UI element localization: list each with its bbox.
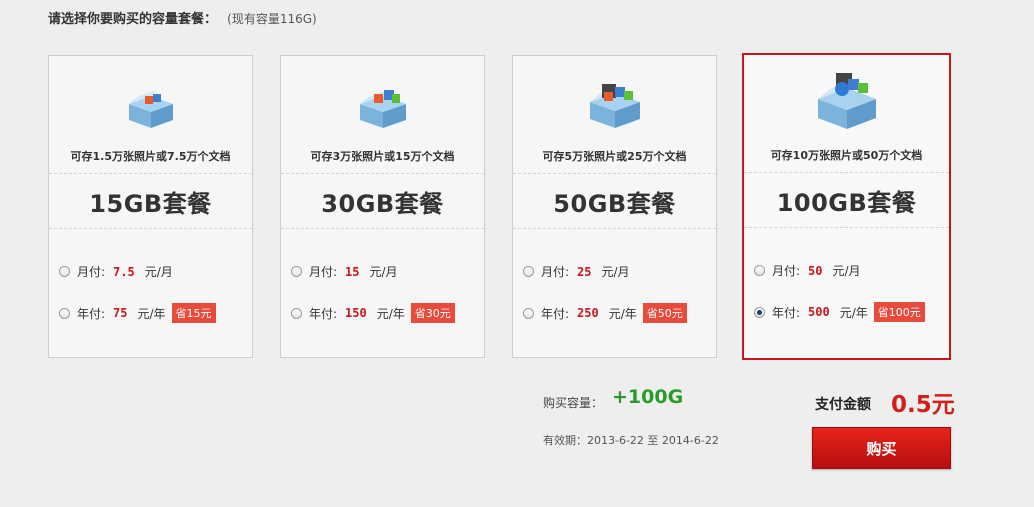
yearly-option[interactable]: 年付: 500 元/年 省100元 (754, 302, 925, 322)
plan-description: 可存10万张照片或50万个文档 (770, 149, 923, 162)
plan-name: 50GB套餐 (553, 190, 676, 218)
yearly-option[interactable]: 年付: 250 元/年 省50元 (523, 303, 687, 323)
yearly-label: 年付: (309, 306, 338, 321)
monthly-price: 15 (345, 264, 360, 279)
buy-button[interactable]: 购买 (812, 427, 951, 469)
saving-badge: 省50元 (642, 303, 687, 323)
monthly-price: 50 (808, 263, 823, 278)
yearly-radio[interactable] (59, 307, 70, 319)
yearly-price: 250 (577, 306, 599, 320)
divider (513, 228, 716, 229)
monthly-unit: 元/月 (369, 265, 398, 279)
monthly-unit: 元/月 (601, 265, 630, 279)
yearly-radio[interactable] (523, 307, 534, 319)
divider (744, 172, 949, 173)
yearly-unit: 元/年 (839, 305, 868, 320)
plan-description: 可存3万张照片或15万个文档 (310, 150, 455, 163)
divider (513, 173, 716, 174)
monthly-label: 月付: (541, 265, 570, 279)
yearly-label: 年付: (77, 306, 106, 321)
yearly-price: 75 (113, 306, 128, 320)
heading-title: 请选择你要购买的容量套餐： (48, 12, 218, 27)
monthly-unit: 元/月 (832, 264, 861, 278)
plan-name: 100GB套餐 (776, 189, 917, 217)
validity-period: 有效期：2013-6-22 至 2014-6-22 (543, 434, 719, 447)
monthly-label: 月付: (77, 265, 106, 279)
package-box-icon (817, 73, 876, 129)
capacity-label: 购买容量： (543, 396, 604, 410)
monthly-unit: 元/月 (144, 265, 173, 279)
yearly-price: 500 (808, 305, 830, 319)
monthly-option[interactable]: 月付: 15 元/月 (291, 263, 398, 280)
package-box-icon (359, 90, 406, 128)
yearly-radio[interactable] (754, 306, 765, 318)
plan-card-100gb[interactable]: 可存10万张照片或50万个文档 100GB套餐 月付: 50 元/月 年付: 5… (742, 53, 951, 360)
monthly-label: 月付: (772, 264, 801, 278)
pay-amount: 0.5元 (891, 392, 955, 418)
yearly-option[interactable]: 年付: 150 元/年 省30元 (291, 303, 455, 323)
yearly-unit: 元/年 (608, 306, 637, 321)
page-heading: 请选择你要购买的容量套餐： (现有容量116G) (48, 8, 317, 27)
pay-label: 支付金额 (815, 397, 871, 413)
divider (49, 228, 252, 229)
yearly-unit: 元/年 (376, 306, 405, 321)
monthly-radio[interactable] (523, 266, 534, 277)
divider (744, 227, 949, 228)
yearly-unit: 元/年 (137, 306, 166, 321)
yearly-radio[interactable] (291, 307, 302, 319)
saving-badge: 省100元 (873, 302, 925, 322)
monthly-price: 25 (577, 264, 592, 279)
monthly-option[interactable]: 月付: 25 元/月 (523, 263, 630, 280)
package-box-icon (128, 90, 173, 128)
monthly-price: 7.5 (113, 264, 135, 279)
monthly-label: 月付: (309, 265, 338, 279)
monthly-option[interactable]: 月付: 7.5 元/月 (59, 263, 173, 280)
plan-name: 15GB套餐 (89, 190, 212, 218)
monthly-radio[interactable] (291, 266, 302, 277)
plan-card-15gb[interactable]: 可存1.5万张照片或7.5万个文档 15GB套餐 月付: 7.5 元/月 年付:… (48, 55, 253, 358)
plan-card-50gb[interactable]: 可存5万张照片或25万个文档 50GB套餐 月付: 25 元/月 年付: 250… (512, 55, 717, 358)
yearly-label: 年付: (772, 305, 801, 320)
saving-badge: 省15元 (171, 303, 216, 323)
monthly-radio[interactable] (754, 265, 765, 276)
saving-badge: 省30元 (410, 303, 455, 323)
divider (281, 228, 484, 229)
yearly-label: 年付: (541, 306, 570, 321)
monthly-option[interactable]: 月付: 50 元/月 (754, 262, 861, 279)
current-capacity: (现有容量116G) (227, 12, 317, 26)
plan-name: 30GB套餐 (321, 190, 444, 218)
divider (281, 173, 484, 174)
plan-description: 可存5万张照片或25万个文档 (542, 150, 687, 163)
yearly-option[interactable]: 年付: 75 元/年 省15元 (59, 303, 216, 323)
yearly-price: 150 (345, 306, 367, 320)
divider (49, 173, 252, 174)
plan-description: 可存1.5万张照片或7.5万个文档 (70, 150, 231, 163)
package-box-icon (589, 84, 640, 128)
monthly-radio[interactable] (59, 266, 70, 277)
capacity-value: +100G (612, 386, 684, 408)
plan-card-30gb[interactable]: 可存3万张照片或15万个文档 30GB套餐 月付: 15 元/月 年付: 150… (280, 55, 485, 358)
